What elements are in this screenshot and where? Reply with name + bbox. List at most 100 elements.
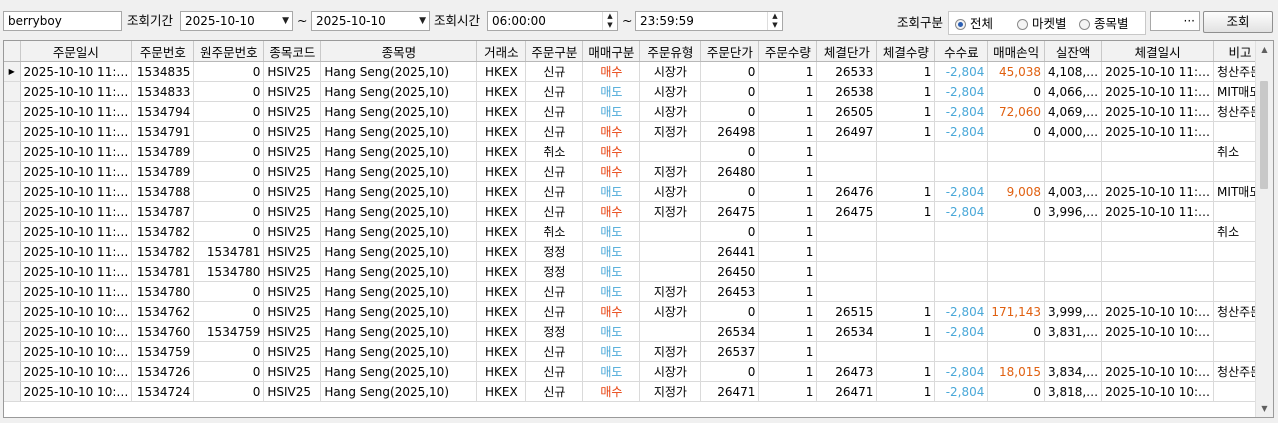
- column-header-pnl[interactable]: 매매손익: [987, 41, 1045, 62]
- cell-order-qty: 1: [758, 181, 818, 202]
- column-header-fill-time[interactable]: 체결일시: [1101, 41, 1215, 62]
- column-header-orig-order-no[interactable]: 원주문번호: [193, 41, 265, 62]
- column-header-fill-price[interactable]: 체결단가: [816, 41, 878, 62]
- column-header-order-price[interactable]: 주문단가: [700, 41, 760, 62]
- table-row[interactable]: 2025-10-10 11:… 1534789 0 HSIV25 Hang Seng(2…: [4, 141, 1268, 162]
- table-row[interactable]: 2025-10-10 11:… 1534833 0 HSIV25 Hang Seng(2…: [4, 81, 1268, 102]
- date-from-combo[interactable]: 2025-10-10 ▼: [180, 11, 293, 31]
- column-header-order-qty[interactable]: 주문수량: [758, 41, 818, 62]
- row-selector[interactable]: [4, 181, 21, 202]
- radio-symbol[interactable]: 종목별: [1079, 16, 1129, 32]
- radio-all[interactable]: 전체: [955, 16, 993, 32]
- cell-balance: 3,818,…: [1044, 381, 1103, 402]
- cell-order-no: 1534787: [131, 201, 195, 222]
- cell-symbol-code: HSIV25: [263, 281, 322, 302]
- chevron-down-icon[interactable]: ▼: [282, 12, 289, 30]
- column-header-fill-qty[interactable]: 체결수량: [876, 41, 936, 62]
- time-from-spinner[interactable]: 06:00:00 ▲ ▼: [487, 11, 618, 31]
- spin-up-icon[interactable]: ▲: [603, 12, 617, 21]
- scroll-up-icon[interactable]: ▲: [1256, 41, 1273, 58]
- table-row[interactable]: ▶ 2025-10-10 11:… 1534835 0 HSIV25 Hang Seng(…: [4, 61, 1268, 82]
- table-row[interactable]: 2025-10-10 11:… 1534781 1534780 HSIV25 Hang …: [4, 261, 1268, 282]
- column-header-fee[interactable]: 수수료: [934, 41, 989, 62]
- symbol-lookup-field[interactable]: ···: [1150, 11, 1200, 31]
- cell-pnl: [987, 281, 1045, 302]
- cell-balance: 3,834,…: [1044, 361, 1103, 382]
- row-selector[interactable]: [4, 221, 21, 242]
- cell-symbol-code: HSIV25: [263, 101, 322, 122]
- table-row[interactable]: 2025-10-10 10:… 1534760 1534759 HSIV25 Hang …: [4, 321, 1268, 342]
- spin-up-icon[interactable]: ▲: [768, 12, 782, 21]
- row-selector[interactable]: [4, 201, 21, 222]
- cell-order-type: 시장가: [639, 81, 702, 102]
- row-selector[interactable]: [4, 301, 21, 322]
- column-header-exchange[interactable]: 거래소: [476, 41, 527, 62]
- cell-order-qty: 1: [758, 61, 818, 82]
- cell-orig-order-no: 0: [193, 141, 265, 162]
- column-header-symbol-code[interactable]: 종목코드: [263, 41, 322, 62]
- cell-symbol-name: Hang Seng(2025,10): [320, 241, 478, 262]
- cell-order-time: 2025-10-10 10:…: [20, 301, 133, 322]
- table-row[interactable]: 2025-10-10 11:… 1534782 0 HSIV25 Hang Seng(2…: [4, 221, 1268, 242]
- row-selector[interactable]: [4, 141, 21, 162]
- cell-pnl: [987, 261, 1045, 282]
- column-header-order-type[interactable]: 주문유형: [639, 41, 702, 62]
- order-history-grid[interactable]: 주문일시 주문번호 원주문번호 종목코드 종목명 거래소 주문구분 매매구분 주문유형 주문단가 주…: [3, 40, 1274, 418]
- table-row[interactable]: 2025-10-10 10:… 1534762 0 HSIV25 Hang Seng(2…: [4, 301, 1268, 322]
- row-selector[interactable]: [4, 261, 21, 282]
- table-row[interactable]: 2025-10-10 11:… 1534791 0 HSIV25 Hang Seng(2…: [4, 121, 1268, 142]
- time-to-spin-buttons[interactable]: ▲ ▼: [767, 12, 782, 30]
- table-row[interactable]: 2025-10-10 11:… 1534787 0 HSIV25 Hang Seng(2…: [4, 201, 1268, 222]
- row-selector[interactable]: [4, 81, 21, 102]
- column-header-order-kind[interactable]: 주문구분: [525, 41, 584, 62]
- cell-fee: -2,804: [934, 201, 989, 222]
- row-selector[interactable]: [4, 381, 21, 402]
- cell-order-price: 0: [700, 101, 760, 122]
- cell-pnl: 0: [987, 81, 1045, 102]
- row-selector[interactable]: [4, 341, 21, 362]
- cell-orig-order-no: 0: [193, 301, 265, 322]
- time-to-spinner[interactable]: 23:59:59 ▲ ▼: [635, 11, 783, 31]
- table-row[interactable]: 2025-10-10 11:… 1534782 1534781 HSIV25 Hang …: [4, 241, 1268, 262]
- table-row[interactable]: 2025-10-10 10:… 1534759 0 HSIV25 Hang Seng(2…: [4, 341, 1268, 362]
- time-from-spin-buttons[interactable]: ▲ ▼: [602, 12, 617, 30]
- scroll-down-icon[interactable]: ▼: [1256, 400, 1273, 417]
- account-field[interactable]: berryboy: [3, 11, 122, 31]
- row-selector[interactable]: [4, 161, 21, 182]
- radio-all-label: 전체: [970, 16, 994, 31]
- date-to-combo[interactable]: 2025-10-10 ▼: [311, 11, 430, 31]
- cell-order-time: 2025-10-10 11:…: [20, 281, 133, 302]
- current-row-indicator-icon[interactable]: ▶: [4, 61, 21, 82]
- row-selector[interactable]: [4, 101, 21, 122]
- table-row[interactable]: 2025-10-10 11:… 1534788 0 HSIV25 Hang Seng(2…: [4, 181, 1268, 202]
- cell-fee: [934, 221, 989, 242]
- table-row[interactable]: 2025-10-10 11:… 1534794 0 HSIV25 Hang Seng(2…: [4, 101, 1268, 122]
- row-selector[interactable]: [4, 281, 21, 302]
- column-header-symbol-name[interactable]: 종목명: [320, 41, 478, 62]
- column-header-order-time[interactable]: 주문일시: [20, 41, 133, 62]
- search-button[interactable]: 조회: [1203, 11, 1273, 33]
- table-row[interactable]: 2025-10-10 11:… 1534789 0 HSIV25 Hang Seng(2…: [4, 161, 1268, 182]
- column-header-side[interactable]: 매매구분: [582, 41, 641, 62]
- row-selector[interactable]: [4, 241, 21, 262]
- scrollbar-thumb[interactable]: [1260, 81, 1268, 189]
- table-row[interactable]: 2025-10-10 11:… 1534780 0 HSIV25 Hang Seng(2…: [4, 281, 1268, 302]
- column-header-balance[interactable]: 실잔액: [1044, 41, 1103, 62]
- row-selector[interactable]: [4, 361, 21, 382]
- row-selector[interactable]: [4, 121, 21, 142]
- cell-symbol-name: Hang Seng(2025,10): [320, 361, 478, 382]
- cell-side: 매수: [582, 61, 641, 82]
- table-row[interactable]: 2025-10-10 10:… 1534726 0 HSIV25 Hang Seng(2…: [4, 361, 1268, 382]
- column-header-order-no[interactable]: 주문번호: [131, 41, 195, 62]
- chevron-down-icon[interactable]: ▼: [419, 12, 426, 30]
- cell-symbol-code: HSIV25: [263, 381, 322, 402]
- cell-order-time: 2025-10-10 11:…: [20, 101, 133, 122]
- spin-down-icon[interactable]: ▼: [768, 21, 782, 30]
- row-selector[interactable]: [4, 321, 21, 342]
- cell-order-price: 26441: [700, 241, 760, 262]
- spin-down-icon[interactable]: ▼: [603, 21, 617, 30]
- vertical-scrollbar[interactable]: ▲ ▼: [1255, 41, 1273, 417]
- radio-market[interactable]: 마켓별: [1017, 16, 1067, 32]
- cell-symbol-name: Hang Seng(2025,10): [320, 121, 478, 142]
- table-row[interactable]: 2025-10-10 10:… 1534724 0 HSIV25 Hang Seng(2…: [4, 381, 1268, 402]
